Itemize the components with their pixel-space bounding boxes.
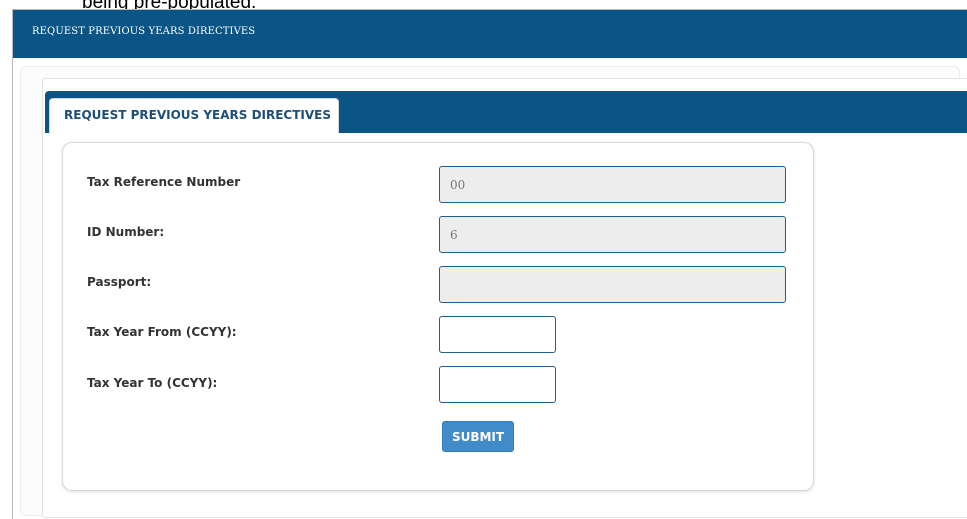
- passport-label: Passport:: [87, 275, 152, 289]
- id-number-field[interactable]: [439, 216, 786, 253]
- id-number-label: ID Number:: [87, 225, 165, 239]
- window-title: REQUEST PREVIOUS YEARS DIRECTIVES: [32, 26, 256, 37]
- tax-year-from-field[interactable]: [439, 316, 556, 353]
- tax-year-to-field[interactable]: [439, 366, 556, 403]
- tab-label: REQUEST PREVIOUS YEARS DIRECTIVES: [64, 108, 332, 122]
- window-title-bar: REQUEST PREVIOUS YEARS DIRECTIVES: [13, 10, 967, 58]
- tax-reference-number-field[interactable]: [439, 166, 786, 203]
- passport-field[interactable]: [439, 266, 786, 303]
- tax-reference-number-label: Tax Reference Number: [87, 175, 241, 189]
- tax-year-from-label: Tax Year From (CCYY):: [87, 325, 237, 339]
- submit-button[interactable]: SUBMIT: [442, 421, 514, 452]
- tab-request-previous-years-directives[interactable]: REQUEST PREVIOUS YEARS DIRECTIVES: [49, 98, 339, 134]
- tax-year-to-label: Tax Year To (CCYY):: [87, 376, 218, 390]
